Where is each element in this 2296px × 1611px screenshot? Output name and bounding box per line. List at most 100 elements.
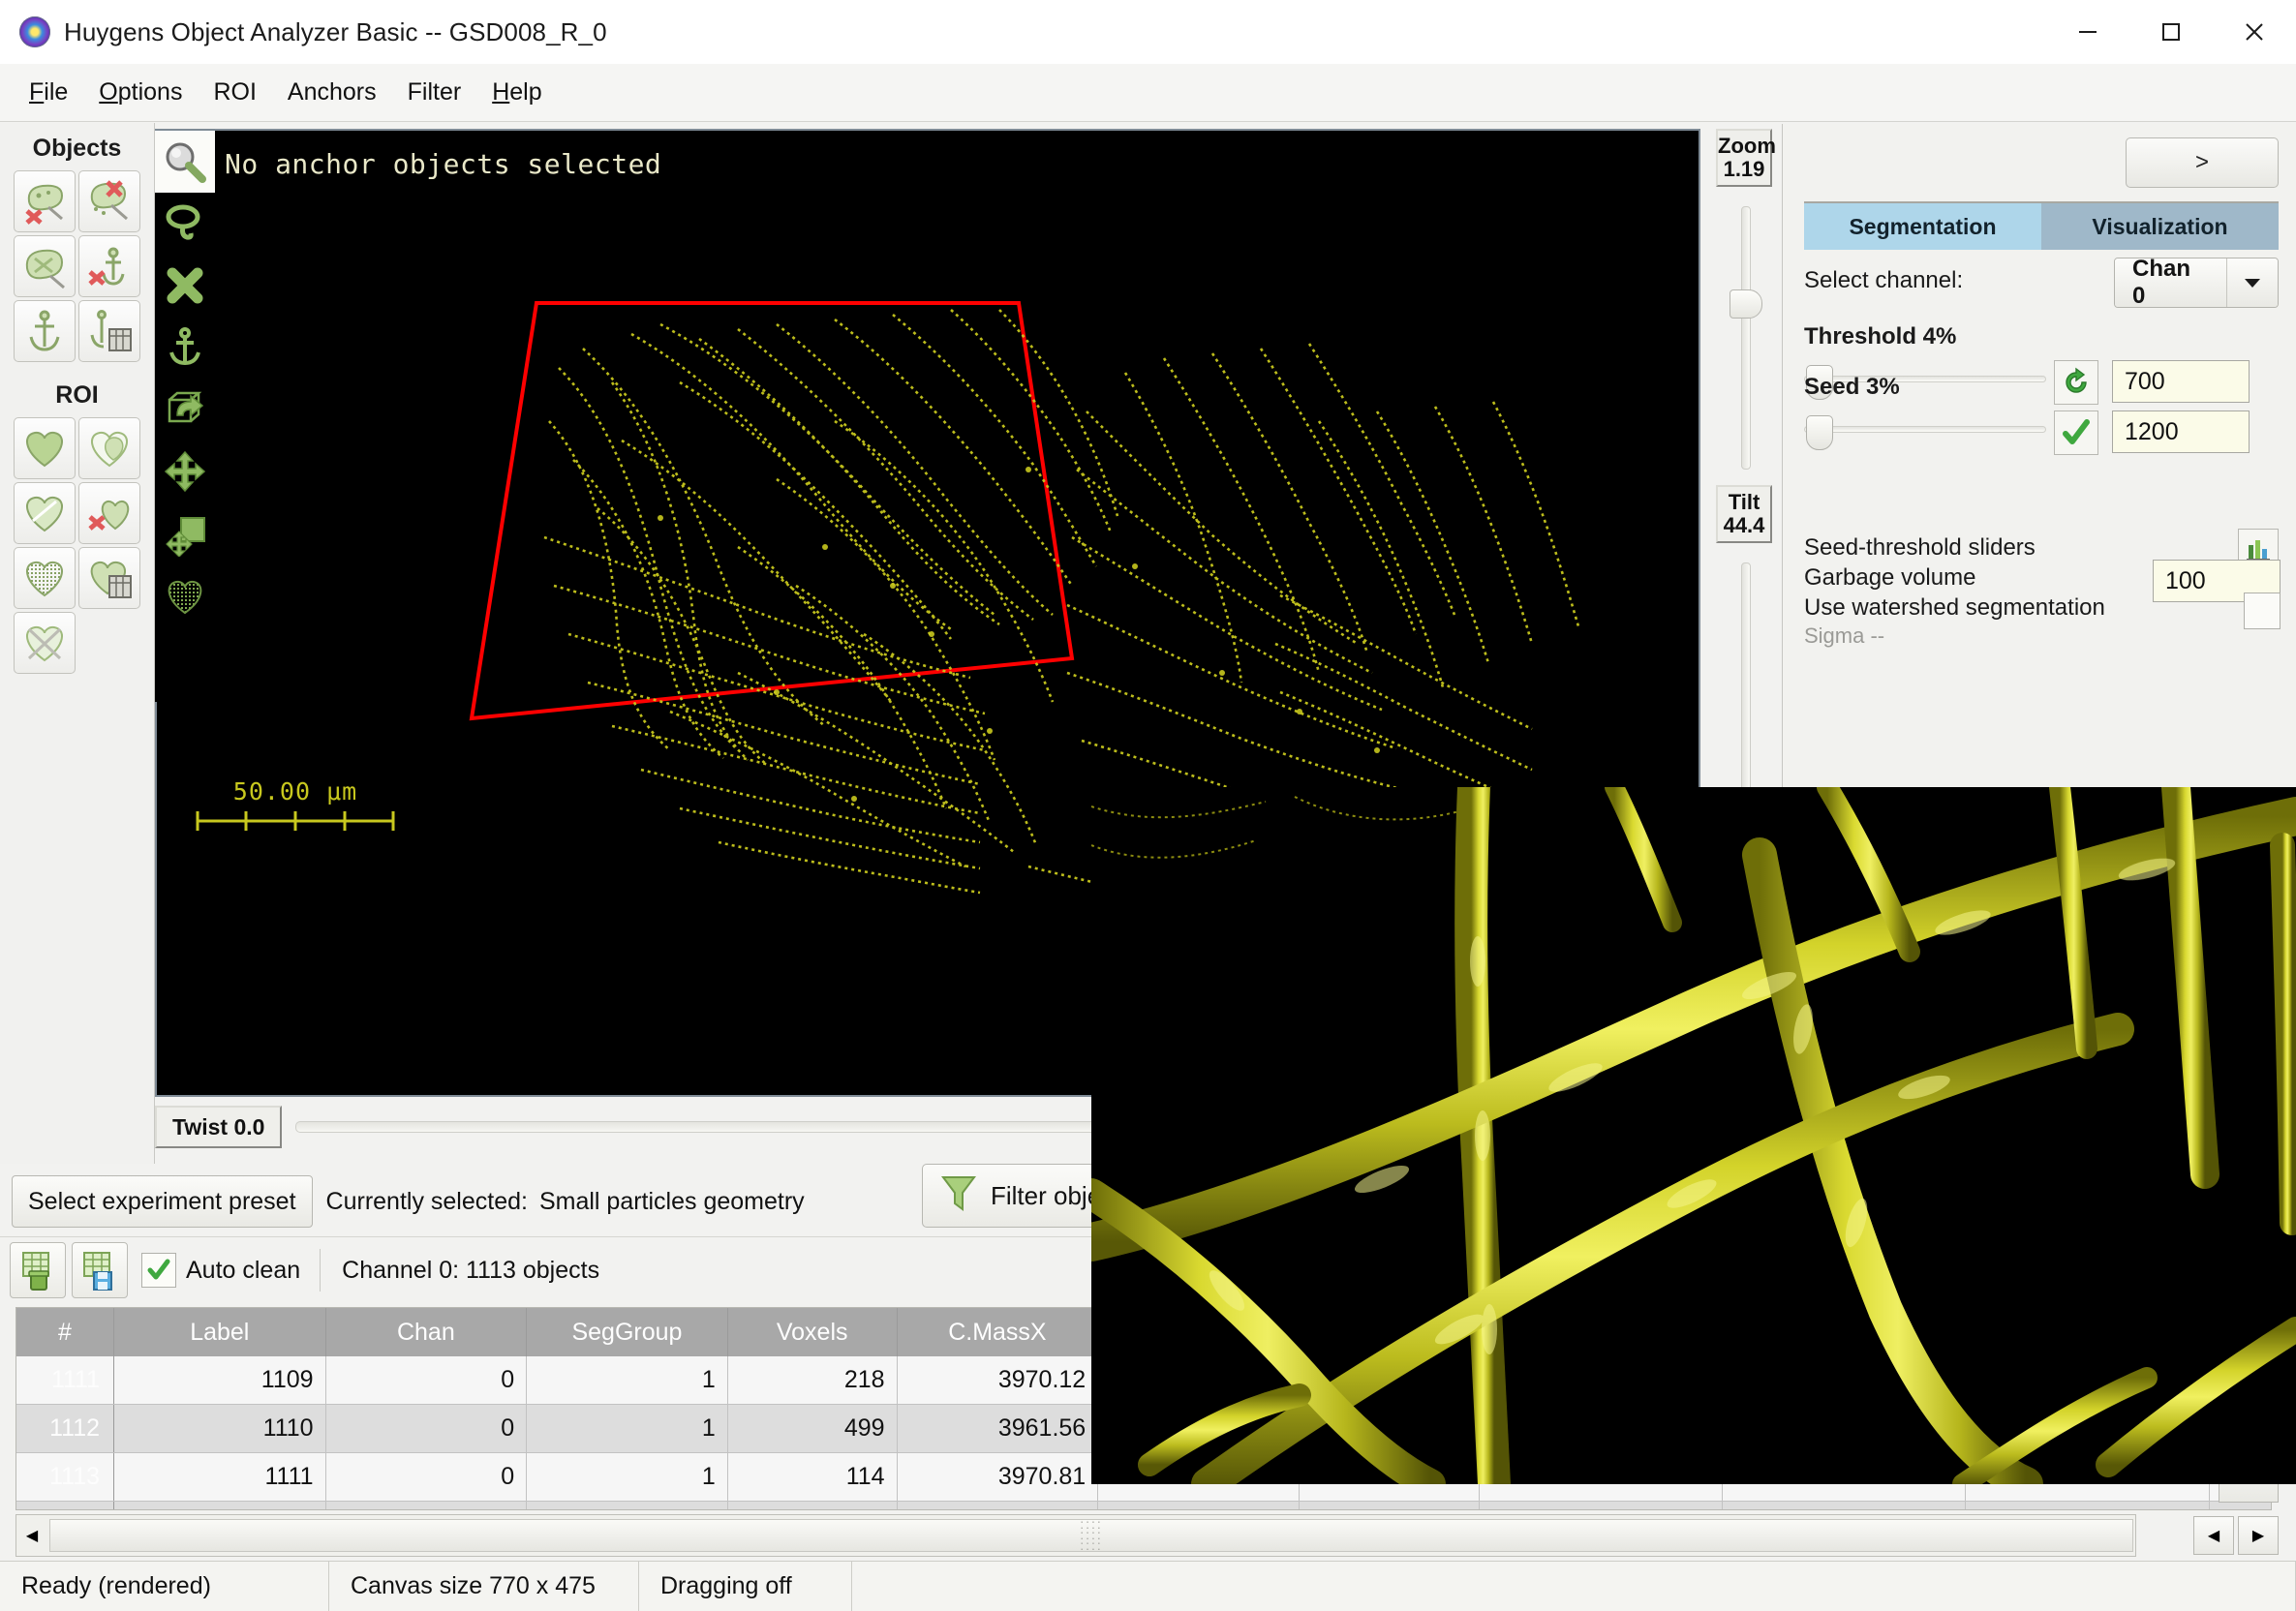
channel-select-value: Chan 0 bbox=[2115, 258, 2226, 307]
table-horizontal-scrollbar[interactable]: ◀ :::::::::::: bbox=[15, 1514, 2136, 1557]
delete-object-icon[interactable] bbox=[14, 170, 76, 232]
cell-seggroup: 1 bbox=[527, 1356, 728, 1405]
seed-slider-thumb[interactable] bbox=[1806, 415, 1833, 450]
move-plane-tool-icon[interactable] bbox=[155, 502, 215, 564]
remove-anchor-icon[interactable] bbox=[78, 235, 140, 297]
tilt-value-button[interactable]: Tilt 44.4 bbox=[1716, 485, 1772, 543]
close-button[interactable] bbox=[2213, 0, 2296, 64]
huygens-logo-icon bbox=[19, 16, 50, 47]
roi-table-icon[interactable] bbox=[78, 547, 140, 609]
menu-file[interactable]: File bbox=[14, 73, 83, 112]
tab-segmentation[interactable]: Segmentation bbox=[1804, 203, 2041, 250]
cell-seggroup: 1 bbox=[527, 1453, 728, 1502]
clear-table-icon[interactable] bbox=[10, 1242, 66, 1298]
col-cmassx[interactable]: C.MassX bbox=[897, 1308, 1098, 1356]
menu-file-rest: ile bbox=[44, 78, 68, 106]
scroll-left-arrow-icon[interactable]: ◀ bbox=[16, 1516, 47, 1555]
menu-anchors[interactable]: Anchors bbox=[272, 73, 392, 112]
move-tool-icon[interactable] bbox=[155, 441, 215, 502]
zoom-slider-track[interactable] bbox=[1741, 206, 1751, 470]
auto-clean-checkbox[interactable] bbox=[141, 1253, 176, 1288]
hstep-left-button[interactable]: ◀ bbox=[2193, 1516, 2234, 1555]
channel-select[interactable]: Chan 0 bbox=[2114, 258, 2279, 308]
col-voxels[interactable]: Voxels bbox=[727, 1308, 897, 1356]
menu-help[interactable]: Help bbox=[476, 73, 557, 112]
lasso-tool-icon[interactable] bbox=[155, 193, 215, 255]
cell-label: 1111 bbox=[114, 1453, 326, 1502]
tab-visualization[interactable]: Visualization bbox=[2041, 203, 2279, 250]
panel-tabs: Segmentation Visualization bbox=[1804, 201, 2279, 250]
col-label[interactable]: Label bbox=[114, 1308, 326, 1356]
cell-cmassy: 3751.4 bbox=[1098, 1502, 1300, 1511]
cell-label: 1112 bbox=[114, 1502, 326, 1511]
surface-render-scene bbox=[1091, 787, 2296, 1484]
seed-value-field[interactable]: 1200 bbox=[2112, 410, 2250, 453]
save-table-icon[interactable] bbox=[72, 1242, 128, 1298]
check-green-icon[interactable] bbox=[2054, 410, 2098, 455]
maximize-button[interactable] bbox=[2129, 0, 2213, 64]
select-object-icon[interactable] bbox=[14, 235, 76, 297]
menu-options[interactable]: Options bbox=[83, 73, 198, 112]
cell-chan: 0 bbox=[325, 1356, 527, 1405]
select-experiment-preset-button[interactable]: Select experiment preset bbox=[12, 1175, 313, 1228]
zoom-label: Zoom bbox=[1718, 135, 1770, 158]
cell-seggroup: 1 bbox=[527, 1502, 728, 1511]
roi-button-grid bbox=[0, 417, 154, 674]
roi-hatched-icon[interactable] bbox=[14, 547, 76, 609]
filter-objects-button[interactable]: Filter obje bbox=[922, 1164, 1119, 1228]
table-row[interactable]: 1114 1112 0 1 166 3958.19 3751.4 0.00 bbox=[16, 1502, 2272, 1511]
zoom-slider-thumb[interactable] bbox=[1730, 289, 1762, 319]
cell-elongation bbox=[1966, 1502, 2209, 1511]
delete-cross-tool-icon[interactable] bbox=[155, 255, 215, 317]
row-index: 1113 bbox=[16, 1453, 114, 1502]
menu-help-rest: elp bbox=[509, 78, 541, 106]
seed-slider-track bbox=[1804, 426, 2046, 433]
auto-clean-control[interactable]: Auto clean bbox=[141, 1253, 300, 1288]
magnifier-tool-icon[interactable] bbox=[155, 131, 215, 193]
current-preset-label: Currently selected: bbox=[326, 1188, 528, 1216]
roi-cut-icon[interactable] bbox=[14, 612, 76, 674]
roi-delete-icon[interactable] bbox=[78, 482, 140, 544]
minimize-button[interactable] bbox=[2046, 0, 2129, 64]
surface-render-overlay-window[interactable] bbox=[1091, 787, 2296, 1484]
roi-fill-icon[interactable] bbox=[14, 417, 76, 479]
add-anchor-icon[interactable] bbox=[14, 300, 76, 362]
menu-filter[interactable]: Filter bbox=[392, 73, 477, 112]
anchor-tool-icon[interactable] bbox=[155, 317, 215, 379]
cell-seggroup: 1 bbox=[527, 1405, 728, 1453]
scroll-thumb[interactable]: :::::::::::: bbox=[49, 1519, 2133, 1552]
window-controls bbox=[2046, 0, 2296, 64]
seed-threshold-sliders-label: Seed-threshold sliders bbox=[1804, 534, 2036, 562]
rotate-box-tool-icon[interactable] bbox=[155, 379, 215, 441]
col-chan[interactable]: Chan bbox=[325, 1308, 527, 1356]
expand-panel-button[interactable]: > bbox=[2126, 137, 2279, 188]
delete-all-objects-icon[interactable] bbox=[78, 170, 140, 232]
use-watershed-checkbox[interactable] bbox=[2244, 593, 2281, 629]
twist-button[interactable]: Twist 0.0 bbox=[155, 1106, 282, 1148]
anchor-to-table-icon[interactable] bbox=[78, 300, 140, 362]
seed-label: Seed 3% bbox=[1804, 374, 1900, 401]
heart-roi-tool-icon[interactable] bbox=[155, 564, 215, 626]
roi-group-title: ROI bbox=[0, 381, 154, 410]
objects-button-grid bbox=[0, 170, 154, 362]
threshold-value-field[interactable]: 700 bbox=[2112, 360, 2250, 403]
threshold-label: Threshold 4% bbox=[1804, 323, 1956, 350]
scale-bar: 50.00 μm bbox=[194, 777, 397, 839]
status-extra bbox=[852, 1562, 2296, 1611]
refresh-green-icon[interactable] bbox=[2054, 360, 2098, 405]
zoom-value-button[interactable]: Zoom 1.19 bbox=[1716, 129, 1772, 187]
menu-roi[interactable]: ROI bbox=[198, 73, 271, 112]
tilt-label: Tilt bbox=[1718, 491, 1770, 514]
hstep-right-button[interactable]: ▶ bbox=[2238, 1516, 2279, 1555]
select-channel-label: Select channel: bbox=[1804, 267, 1963, 294]
col-seggroup[interactable]: SegGroup bbox=[527, 1308, 728, 1356]
seed-slider[interactable] bbox=[1804, 416, 2046, 441]
application-window: Huygens Object Analyzer Basic -- GSD008_… bbox=[0, 0, 2296, 1610]
cell-voxels: 499 bbox=[727, 1405, 897, 1453]
roi-outline-icon[interactable] bbox=[78, 417, 140, 479]
roi-crop-icon[interactable] bbox=[14, 482, 76, 544]
col-index[interactable]: # bbox=[16, 1308, 114, 1356]
current-preset-value: Small particles geometry bbox=[539, 1188, 805, 1216]
zoom-value: 1.19 bbox=[1718, 158, 1770, 181]
status-bar: Ready (rendered) Canvas size 770 x 475 D… bbox=[0, 1561, 2296, 1611]
